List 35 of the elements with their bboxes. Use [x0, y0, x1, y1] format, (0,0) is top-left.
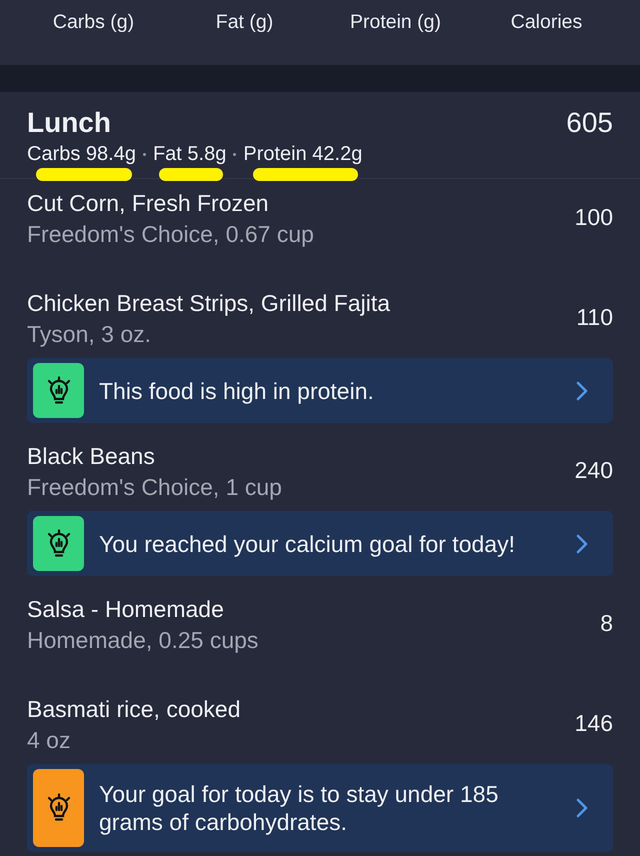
separator-dot-icon: [233, 152, 236, 156]
tip-banner[interactable]: This food is high in protein.: [27, 358, 613, 423]
tip-text: Your goal for today is to stay under 185 grams of carbohydrates.: [99, 780, 500, 837]
food-calories: 8: [600, 608, 613, 638]
column-header: Carbs (g): [52, 10, 134, 34]
macro-summary: Carbs 98.4g: [27, 140, 136, 168]
food-serving: Freedom's Choice, 1 cup: [27, 473, 282, 502]
food-name: Black Beans: [27, 442, 156, 471]
column-header: Calories: [510, 10, 582, 34]
macro-summary: Fat 5.8g: [152, 140, 226, 168]
food-name: Chicken Breast Strips, Grilled Fajita: [27, 289, 390, 318]
column-header: Fat (g): [216, 10, 274, 34]
food-name: Cut Corn, Fresh Frozen: [27, 189, 270, 218]
tip-banner[interactable]: Your goal for today is to stay under 185 grams of carbohydrates.: [27, 764, 613, 852]
food-serving: Homemade, 0.25 cups: [27, 626, 258, 655]
food-calories: 240: [574, 456, 613, 484]
meal-title: Lunch: [27, 106, 112, 140]
chevron-right-icon: [576, 798, 588, 818]
chevron-right-icon: [576, 380, 588, 400]
food-calories: 100: [574, 202, 613, 232]
tip-banner[interactable]: You reached your calcium goal for today!: [27, 511, 613, 576]
food-name: Salsa - Homemade: [27, 595, 225, 624]
food-calories: 110: [576, 302, 613, 332]
food-name: Basmati rice, cooked: [27, 695, 240, 724]
food-serving: 4 oz: [27, 726, 72, 755]
food-calories: 146: [574, 708, 613, 738]
tip-text: This food is high in protein.: [99, 376, 375, 404]
separator-dot-icon: [142, 152, 146, 156]
food-serving: Tyson, 3 oz.: [27, 320, 152, 349]
meal-calories: 605: [566, 106, 613, 140]
column-header: Protein (g): [350, 10, 442, 34]
tip-text: You reached your calcium goal for today!: [99, 530, 516, 558]
chevron-right-icon: [576, 534, 588, 554]
macro-summary: Protein 42.2g: [243, 140, 362, 168]
food-serving: Freedom's Choice, 0.67 cup: [27, 220, 314, 249]
